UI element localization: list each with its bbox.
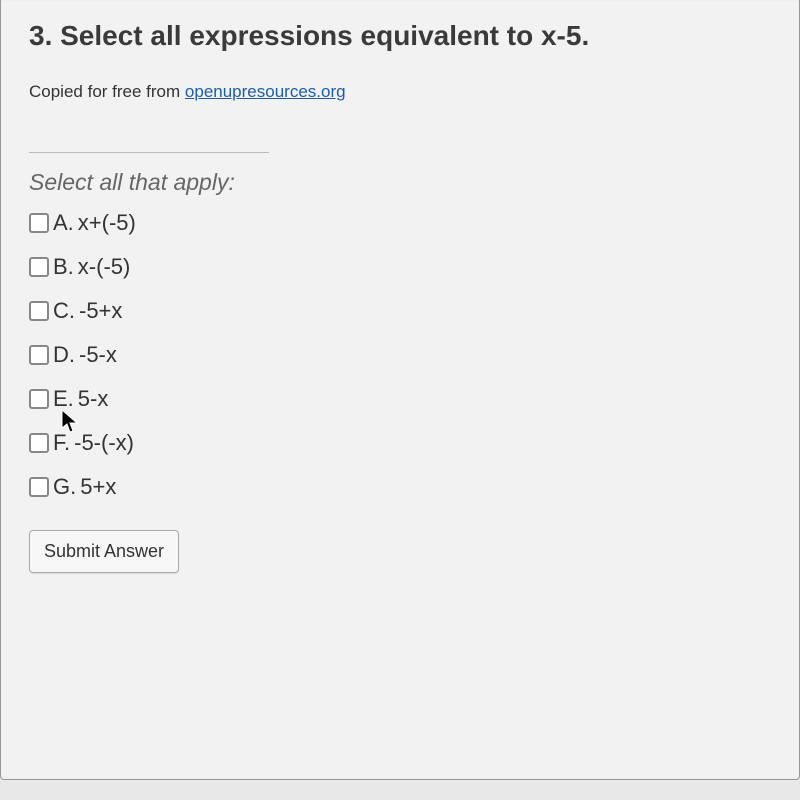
- option-letter: F.: [53, 430, 70, 456]
- option-b[interactable]: B. x-(-5): [29, 254, 771, 280]
- question-title: 3. Select all expressions equivalent to …: [29, 20, 771, 52]
- option-letter: E.: [53, 386, 74, 412]
- divider: [29, 152, 269, 153]
- option-text: x+(-5): [78, 210, 136, 236]
- attribution-prefix: Copied for free from: [29, 82, 185, 101]
- option-letter: A.: [53, 210, 74, 236]
- attribution-link[interactable]: openupresources.org: [185, 82, 346, 101]
- option-text: x-(-5): [78, 254, 131, 280]
- checkbox-icon[interactable]: [29, 433, 49, 453]
- checkbox-icon[interactable]: [29, 213, 49, 233]
- option-letter: D.: [53, 342, 75, 368]
- option-text: 5-x: [78, 386, 109, 412]
- option-d[interactable]: D. -5-x: [29, 342, 771, 368]
- checkbox-icon[interactable]: [29, 345, 49, 365]
- option-letter: B.: [53, 254, 74, 280]
- option-letter: C.: [53, 298, 75, 324]
- checkbox-icon[interactable]: [29, 257, 49, 277]
- option-a[interactable]: A. x+(-5): [29, 210, 771, 236]
- question-page: 3. Select all expressions equivalent to …: [0, 0, 800, 780]
- option-e[interactable]: E. 5-x: [29, 386, 771, 412]
- option-text: 5+x: [80, 474, 116, 500]
- option-f[interactable]: F. -5-(-x): [29, 430, 771, 456]
- option-c[interactable]: C. -5+x: [29, 298, 771, 324]
- instruction: Select all that apply:: [29, 169, 771, 196]
- option-text: -5-x: [79, 342, 117, 368]
- option-text: -5+x: [79, 298, 122, 324]
- submit-button[interactable]: Submit Answer: [29, 530, 179, 573]
- options-list: A. x+(-5) B. x-(-5) C. -5+x D. -5-x E. 5…: [29, 210, 771, 500]
- option-g[interactable]: G. 5+x: [29, 474, 771, 500]
- checkbox-icon[interactable]: [29, 301, 49, 321]
- option-letter: G.: [53, 474, 76, 500]
- attribution: Copied for free from openupresources.org: [29, 82, 771, 102]
- checkbox-icon[interactable]: [29, 477, 49, 497]
- checkbox-icon[interactable]: [29, 389, 49, 409]
- option-text: -5-(-x): [74, 430, 134, 456]
